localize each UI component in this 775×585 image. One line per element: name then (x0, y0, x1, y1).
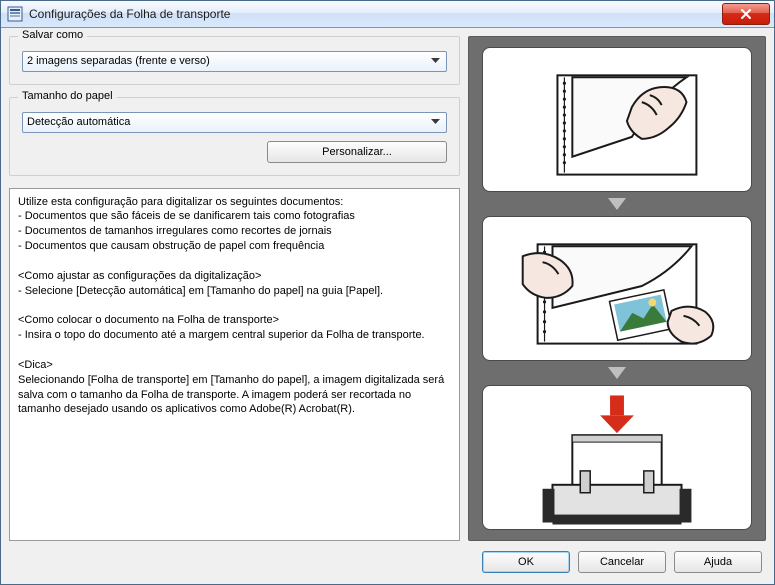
chevron-down-icon (428, 55, 442, 67)
illustration-insert-scanner (482, 385, 752, 530)
close-button[interactable] (722, 3, 770, 25)
chevron-down-icon (428, 116, 442, 128)
customize-button[interactable]: Personalizar... (267, 141, 447, 163)
paper-size-legend: Tamanho do papel (18, 90, 117, 102)
dialog-footer: OK Cancelar Ajuda (1, 549, 774, 584)
save-as-selected: 2 imagens separadas (frente e verso) (27, 55, 428, 67)
dialog-body: Salvar como 2 imagens separadas (frente … (1, 28, 774, 549)
left-panel: Salvar como 2 imagens separadas (frente … (9, 36, 460, 541)
window-title: Configurações da Folha de transporte (29, 7, 722, 21)
help-text-box: Utilize esta configuração para digitaliz… (9, 188, 460, 541)
illustration-panel (468, 36, 766, 541)
save-as-legend: Salvar como (18, 29, 87, 41)
illustration-open-sheet (482, 47, 752, 192)
cancel-button[interactable]: Cancelar (578, 551, 666, 573)
dialog-window: Configurações da Folha de transporte Sal… (0, 0, 775, 585)
customize-row: Personalizar... (22, 141, 447, 163)
illustration-insert-document (482, 216, 752, 361)
title-bar: Configurações da Folha de transporte (1, 1, 774, 28)
paper-size-combo[interactable]: Detecção automática (22, 112, 447, 133)
save-as-combo[interactable]: 2 imagens separadas (frente e verso) (22, 51, 447, 72)
group-paper-size: Tamanho do papel Detecção automática Per… (9, 97, 460, 176)
ok-button[interactable]: OK (482, 551, 570, 573)
paper-size-selected: Detecção automática (27, 116, 428, 128)
app-icon (7, 6, 23, 22)
help-button[interactable]: Ajuda (674, 551, 762, 573)
close-icon (740, 9, 752, 19)
group-save-as: Salvar como 2 imagens separadas (frente … (9, 36, 460, 85)
arrow-down-icon (608, 198, 626, 210)
red-arrow-icon (600, 395, 634, 433)
arrow-down-icon (608, 367, 626, 379)
